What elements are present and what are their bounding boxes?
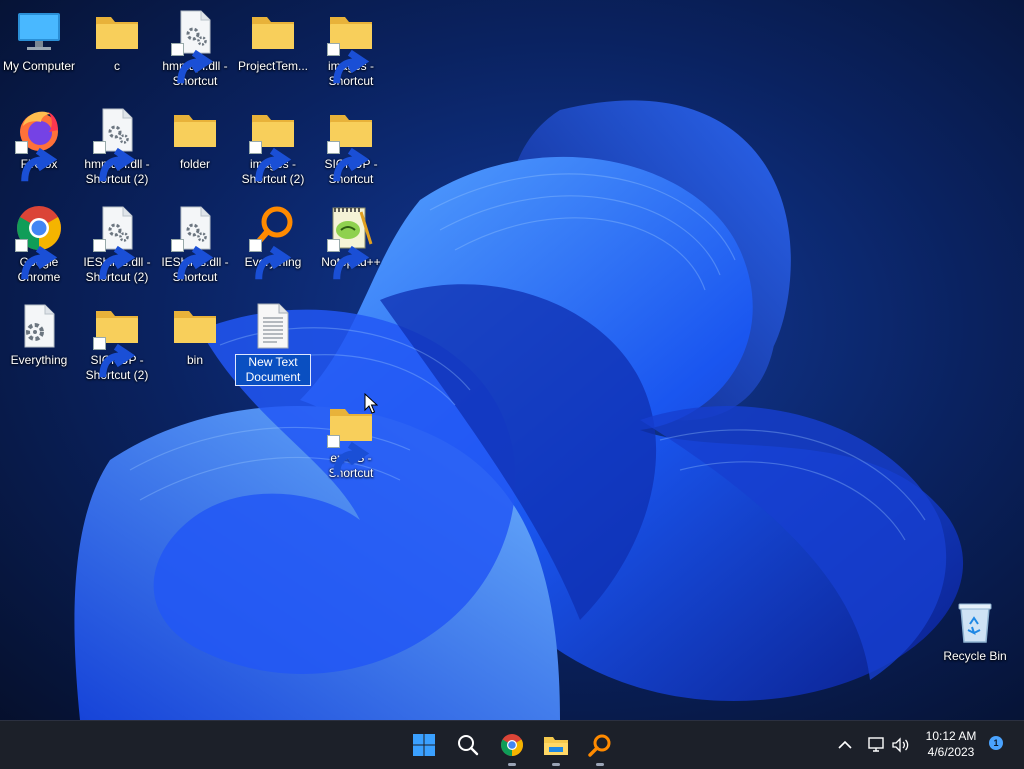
dll-file-icon [93, 106, 141, 182]
dll-file-icon [171, 8, 219, 84]
everything-icon [249, 204, 297, 280]
system-clock[interactable]: 10:12 AM 4/6/2023 [912, 728, 990, 760]
search-icon [458, 735, 479, 756]
folder-icon [249, 8, 297, 56]
shortcut-arrow-icon [327, 43, 370, 84]
desktop-icon[interactable]: images - Shortcut [312, 2, 390, 96]
folder-icon [171, 106, 219, 154]
chrome-icon [15, 204, 63, 280]
desktop-icon[interactable]: My Computer [0, 2, 78, 96]
rename-text-field[interactable]: New Text Document [235, 354, 311, 386]
show-hidden-icons-button[interactable] [836, 733, 854, 757]
desktop-icon-label: Everything [10, 353, 68, 367]
windows-start-icon [413, 734, 435, 756]
desktop-icon[interactable]: hmmapi.dll - Shortcut (2) [78, 100, 156, 194]
shortcut-arrow-icon [327, 141, 370, 182]
desktop-icon[interactable]: IEShims.dll - Shortcut [156, 198, 234, 292]
running-indicator [596, 763, 604, 766]
desktop-icon-label: bin [186, 353, 203, 367]
shortcut-arrow-icon [249, 239, 292, 280]
desktop-icon[interactable]: Everything [0, 296, 78, 390]
desktop-icon[interactable]: IEShims.dll - Shortcut (2) [78, 198, 156, 292]
desktop-icon[interactable]: folder [156, 100, 234, 194]
desktop-icon-label: ProjectTem... [237, 59, 309, 73]
desktop-icon[interactable]: hmmapi.dll - Shortcut [156, 2, 234, 96]
desktop-icon[interactable]: SIGNUP - Shortcut (2) [78, 296, 156, 390]
folder-icon [327, 106, 375, 182]
running-indicator [508, 763, 516, 766]
text-file-icon [249, 302, 297, 350]
desktop-icon[interactable]: Notepad++ [312, 198, 390, 292]
file-explorer-icon [544, 737, 568, 755]
volume-icon [892, 737, 909, 753]
desktop-icon-label: c [114, 59, 120, 73]
notepadpp-icon [327, 204, 375, 280]
gear-file-icon [15, 302, 63, 350]
recycle-bin-label: Recycle Bin [943, 649, 1007, 663]
taskbar-file-explorer-button[interactable] [540, 729, 572, 766]
folder-icon [93, 8, 141, 56]
recycle-bin[interactable]: Recycle Bin [936, 592, 1014, 686]
desktop-icon[interactable]: Everything [234, 198, 312, 292]
desktop-icon[interactable]: images - Shortcut (2) [234, 100, 312, 194]
shortcut-arrow-icon [327, 435, 370, 476]
dll-file-icon [93, 204, 141, 280]
desktop-icon[interactable]: Firefox [0, 100, 78, 194]
desktop-icon-label: folder [179, 157, 211, 171]
mouse-cursor-icon [364, 392, 379, 415]
shortcut-arrow-icon [15, 239, 58, 280]
desktop-icon[interactable]: ProjectTem... [234, 2, 312, 96]
start-button[interactable] [408, 729, 440, 761]
folder-icon [93, 302, 141, 378]
recycle-bin-icon [951, 598, 999, 646]
desktop-icon[interactable]: Google Chrome [0, 198, 78, 292]
clock-date: 4/6/2023 [927, 745, 975, 759]
running-indicator [552, 763, 560, 766]
desktop-icon[interactable]: en-US - Shortcut [312, 394, 390, 488]
notification-badge[interactable]: 1 [989, 736, 1003, 750]
taskbar: 10:12 AM 4/6/2023 [0, 720, 1024, 769]
shortcut-arrow-icon [171, 43, 214, 84]
desktop-icon-label: My Computer [2, 59, 76, 73]
clock-time: 10:12 AM [925, 729, 977, 743]
everything-icon [588, 734, 611, 757]
dll-file-icon [171, 204, 219, 280]
folder-icon [249, 106, 297, 182]
shortcut-arrow-icon [93, 337, 136, 378]
desktop-icon[interactable]: SIGNUP - Shortcut [312, 100, 390, 194]
network-status-button[interactable] [866, 733, 888, 757]
shortcut-arrow-icon [327, 239, 370, 280]
chevron-up-icon [838, 740, 852, 749]
taskbar-chrome-button[interactable] [496, 729, 528, 766]
taskbar-everything-button[interactable] [584, 729, 616, 766]
folder-icon [171, 302, 219, 350]
desktop-icon[interactable]: bin [156, 296, 234, 390]
computer-icon [15, 8, 63, 56]
shortcut-arrow-icon [93, 141, 136, 182]
chrome-icon [501, 734, 523, 756]
desktop-icon[interactable]: c [78, 2, 156, 96]
taskbar-search-button[interactable] [452, 729, 484, 761]
folder-icon [327, 8, 375, 84]
shortcut-arrow-icon [249, 141, 292, 182]
shortcut-arrow-icon [15, 141, 58, 182]
network-icon [868, 737, 884, 752]
volume-button[interactable] [890, 733, 912, 757]
firefox-icon [15, 106, 63, 182]
shortcut-arrow-icon [171, 239, 214, 280]
desktop-icon[interactable]: New Text Document [234, 296, 312, 390]
shortcut-arrow-icon [93, 239, 136, 280]
